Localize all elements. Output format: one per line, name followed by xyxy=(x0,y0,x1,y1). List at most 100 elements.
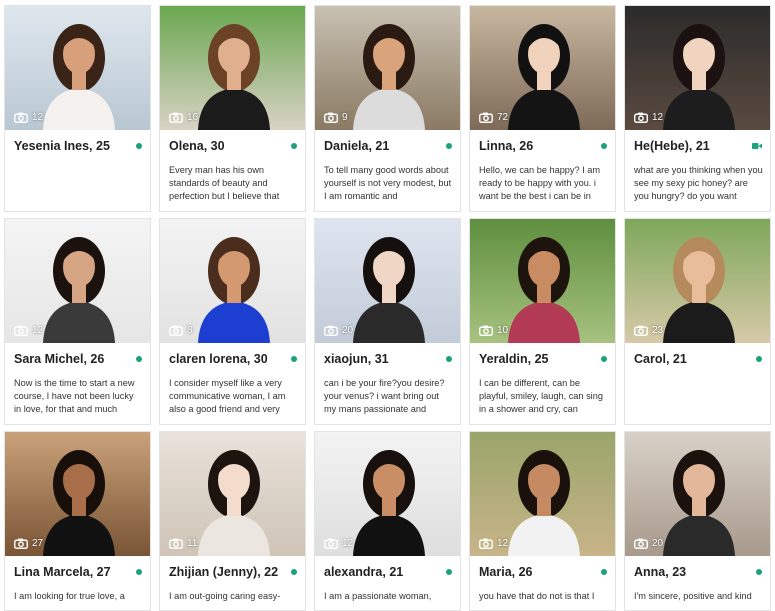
camera-icon xyxy=(169,538,183,549)
profile-name[interactable]: Anna, 23 xyxy=(634,565,686,579)
profile-photo[interactable]: 12 xyxy=(470,432,615,556)
photo-count-value: 23 xyxy=(652,325,664,336)
profile-name-row: Daniela, 21 xyxy=(324,139,452,153)
profile-name-row: Yesenia Ines, 25 xyxy=(14,139,142,153)
profile-photo[interactable]: 12 xyxy=(5,6,150,130)
profile-photo[interactable]: 12 xyxy=(315,432,460,556)
profile-description: To tell many good words about yourself i… xyxy=(324,165,452,201)
profile-name-row: alexandra, 21 xyxy=(324,565,452,579)
profile-name-row: Carol, 21 xyxy=(634,352,762,366)
online-status-dot xyxy=(756,569,762,575)
profile-description: what are you thinking when you see my se… xyxy=(634,165,763,201)
photo-count: 9 xyxy=(324,112,348,123)
profile-description: can i be your fire?you desire? your venu… xyxy=(324,378,445,414)
camera-icon xyxy=(634,112,648,123)
photo-count-value: 20 xyxy=(342,325,354,336)
profile-name[interactable]: Carol, 21 xyxy=(634,352,687,366)
profile-card[interactable]: 12 He(Hebe), 21 what are you thinking when… xyxy=(624,5,771,212)
profile-photo[interactable]: 8 xyxy=(160,219,305,343)
profile-card[interactable]: 10 Yeraldin, 25 I can be different, can be… xyxy=(469,218,616,425)
profile-card[interactable]: 12 Maria, 26 you have that do not is that … xyxy=(469,431,616,611)
profile-card[interactable]: 9 Daniela, 21 To tell many good words abou… xyxy=(314,5,461,212)
photo-count-value: 72 xyxy=(497,112,509,123)
profile-name-row: Zhijian (Jenny), 22 xyxy=(169,565,297,579)
profile-name[interactable]: Lina Marcela, 27 xyxy=(14,565,111,579)
profile-photo[interactable]: 23 xyxy=(625,219,770,343)
profile-photo[interactable]: 20 xyxy=(315,219,460,343)
profile-photo[interactable]: 9 xyxy=(315,6,460,130)
camera-icon xyxy=(324,112,338,123)
profile-name[interactable]: Olena, 30 xyxy=(169,139,225,153)
camera-icon xyxy=(169,112,183,123)
camera-icon xyxy=(14,112,28,123)
profile-name[interactable]: Yesenia Ines, 25 xyxy=(14,139,110,153)
profile-name[interactable]: Sara Michel, 26 xyxy=(14,352,104,366)
profile-description: I am out-going caring easy- xyxy=(169,591,281,601)
photo-count: 12 xyxy=(479,538,508,549)
photo-count: 12 xyxy=(634,112,663,123)
photo-count: 11 xyxy=(169,538,197,549)
photo-count-value: 9 xyxy=(342,112,348,123)
profile-name-row: Linna, 26 xyxy=(479,139,607,153)
profile-photo[interactable]: 27 xyxy=(5,432,150,556)
camera-icon xyxy=(324,325,338,336)
profile-description: I am looking for true love, a xyxy=(14,591,125,601)
profile-card[interactable]: 11 Zhijian (Jenny), 22 I am out-going cari… xyxy=(159,431,306,611)
profile-name[interactable]: Yeraldin, 25 xyxy=(479,352,548,366)
camera-icon xyxy=(14,325,28,336)
profile-card[interactable]: 23 Carol, 21 xyxy=(624,218,771,425)
profile-photo[interactable]: 12 xyxy=(5,219,150,343)
photo-count: 12 xyxy=(14,325,43,336)
profile-photo[interactable]: 72 xyxy=(470,6,615,130)
online-status-dot xyxy=(291,143,297,149)
profile-name[interactable]: Zhijian (Jenny), 22 xyxy=(169,565,278,579)
camera-icon xyxy=(479,112,493,123)
profile-name-row: Yeraldin, 25 xyxy=(479,352,607,366)
online-status-dot xyxy=(136,356,142,362)
profile-card[interactable]: 72 Linna, 26 Hello, we can be happy? I am … xyxy=(469,5,616,212)
profile-photo[interactable]: 11 xyxy=(160,432,305,556)
profile-photo[interactable]: 12 xyxy=(625,6,770,130)
profile-photo[interactable]: 20 xyxy=(625,432,770,556)
profile-card[interactable]: 12 alexandra, 21 I am a passionate woman, xyxy=(314,431,461,611)
video-chat-icon[interactable] xyxy=(752,142,762,150)
profile-photo[interactable]: 10 xyxy=(470,219,615,343)
profile-card[interactable]: 27 Lina Marcela, 27 I am looking for true … xyxy=(4,431,151,611)
photo-count: 16 xyxy=(169,112,198,123)
profile-name[interactable]: Maria, 26 xyxy=(479,565,533,579)
profile-name-row: Maria, 26 xyxy=(479,565,607,579)
profile-card[interactable]: 16 Olena, 30 Every man has his own standar… xyxy=(159,5,306,212)
profile-name[interactable]: He(Hebe), 21 xyxy=(634,139,710,153)
profile-name[interactable]: xiaojun, 31 xyxy=(324,352,389,366)
profile-description: Every man has his own standards of beaut… xyxy=(169,165,280,201)
photo-count-value: 11 xyxy=(187,538,198,549)
photo-count-value: 10 xyxy=(497,325,509,336)
profile-name[interactable]: alexandra, 21 xyxy=(324,565,403,579)
online-status-dot xyxy=(446,143,452,149)
profile-card[interactable]: 20 xiaojun, 31 can i be your fire?you desi… xyxy=(314,218,461,425)
profile-name[interactable]: claren lorena, 30 xyxy=(169,352,268,366)
profile-photo[interactable]: 16 xyxy=(160,6,305,130)
photo-count-value: 12 xyxy=(652,112,664,123)
online-status-dot xyxy=(446,356,452,362)
photo-count-value: 12 xyxy=(32,112,44,123)
online-status-dot xyxy=(291,356,297,362)
profile-description: I am a passionate woman, xyxy=(324,591,432,601)
photo-count-value: 12 xyxy=(342,538,354,549)
online-status-dot xyxy=(601,143,607,149)
profile-name-row: Sara Michel, 26 xyxy=(14,352,142,366)
online-status-dot xyxy=(756,356,762,362)
profile-description: I can be different, can be playful, smil… xyxy=(479,378,603,414)
profile-name[interactable]: Linna, 26 xyxy=(479,139,533,153)
photo-count: 10 xyxy=(479,325,508,336)
profile-name-row: Olena, 30 xyxy=(169,139,297,153)
profile-card[interactable]: 20 Anna, 23 I'm sincere, positive and kind xyxy=(624,431,771,611)
online-status-dot xyxy=(136,143,142,149)
camera-icon xyxy=(324,538,338,549)
profile-name[interactable]: Daniela, 21 xyxy=(324,139,389,153)
photo-count-value: 16 xyxy=(187,112,199,123)
profile-card[interactable]: 8 claren lorena, 30 I consider myself like… xyxy=(159,218,306,425)
profile-card[interactable]: 12 Sara Michel, 26 Now is the time to star… xyxy=(4,218,151,425)
profile-card[interactable]: 12 Yesenia Ines, 25 xyxy=(4,5,151,212)
camera-icon xyxy=(479,325,493,336)
